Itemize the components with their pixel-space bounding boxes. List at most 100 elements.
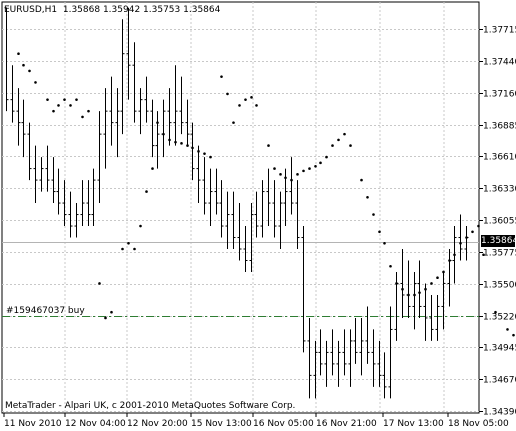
time-axis-label: 12 Nov 04:00 xyxy=(65,419,126,429)
psar-dot xyxy=(220,75,223,78)
current-price-marker: 1.35864 xyxy=(481,235,516,247)
psar-dot xyxy=(465,236,468,239)
psar-dot xyxy=(366,196,369,199)
psar-dot xyxy=(436,276,439,280)
time-axis-label: 12 Nov 20:00 xyxy=(127,419,188,429)
price-axis-label: 1.37440 xyxy=(483,58,516,68)
psar-dot xyxy=(98,282,101,285)
psar-dot xyxy=(203,152,206,155)
time-axis-label: 11 Nov 2010 xyxy=(4,419,62,429)
psar-dot xyxy=(69,104,72,107)
price-axis-label: 1.36610 xyxy=(483,153,516,163)
psar-dot xyxy=(46,98,49,101)
psar-dot xyxy=(325,155,328,159)
time-axis-label: 17 Nov 13:00 xyxy=(383,419,444,429)
price-axis-label: 1.37715 xyxy=(483,26,516,36)
psar-dot xyxy=(407,293,410,297)
psar-dot xyxy=(430,282,433,285)
chart-window[interactable]: 1.37715 1.37440 1.37160 1.36885 1.36610 1.363… xyxy=(0,0,516,431)
ohlc-low: 1.35753 xyxy=(143,5,181,15)
psar-dot xyxy=(255,104,258,107)
psar-dot xyxy=(482,253,485,257)
psar-dot xyxy=(180,142,183,145)
psar-dot xyxy=(127,241,130,245)
price-axis-label: 1.36330 xyxy=(483,185,516,195)
psar-dot xyxy=(226,92,229,96)
symbol-timeframe: EURUSD,H1 xyxy=(4,5,58,15)
psar-dot xyxy=(197,150,200,153)
price-axis-label: 1.35220 xyxy=(483,313,516,323)
psar-dot xyxy=(81,115,84,119)
psar-dot xyxy=(145,190,148,193)
psar-dot xyxy=(448,259,451,262)
price-chart[interactable]: 1.37715 1.37440 1.37160 1.36885 1.36610 1.363… xyxy=(0,0,516,431)
psar-dot xyxy=(121,247,124,251)
psar-dot xyxy=(343,132,346,136)
psar-dot xyxy=(290,178,293,182)
ohlc-high: 1.35942 xyxy=(102,5,141,15)
psar-dot xyxy=(174,140,177,144)
psar-dot xyxy=(22,63,25,67)
chart-header: EURUSD,H1 1.35868 1.35942 1.35753 1.3586… xyxy=(4,5,220,15)
order-line-label[interactable]: #159467037 buy xyxy=(6,306,85,316)
psar-dot xyxy=(34,81,37,84)
ohlc-open: 1.35868 xyxy=(62,5,101,15)
psar-dot xyxy=(360,178,363,182)
psar-dot xyxy=(337,138,340,142)
psar-dot xyxy=(308,167,311,170)
psar-dot xyxy=(279,173,282,176)
time-axis-label: 16 Nov 05:00 xyxy=(253,419,314,429)
psar-dot xyxy=(512,333,515,337)
psar-dot xyxy=(453,253,456,257)
psar-dot xyxy=(273,167,276,170)
psar-dot xyxy=(139,224,142,228)
psar-dot xyxy=(52,109,55,113)
psar-dot xyxy=(284,176,287,180)
psar-dot xyxy=(63,98,66,101)
price-axis-label: 1.36055 xyxy=(483,217,516,227)
psar-dot xyxy=(191,146,194,150)
psar-dot xyxy=(424,287,427,291)
psar-dot xyxy=(331,144,334,147)
psar-dot xyxy=(57,104,60,107)
psar-dot xyxy=(418,291,421,294)
psar-dot xyxy=(250,96,253,99)
psar-dot xyxy=(471,230,474,234)
psar-dot xyxy=(87,109,90,113)
psar-dot xyxy=(238,104,241,107)
psar-dot xyxy=(378,230,381,234)
psar-dot xyxy=(494,310,497,314)
price-axis-label: 1.36885 xyxy=(483,122,516,132)
psar-dot xyxy=(389,264,392,268)
psar-dot xyxy=(28,69,31,73)
psar-dot xyxy=(162,132,165,136)
psar-dot xyxy=(442,270,445,274)
psar-dot xyxy=(459,241,462,245)
psar-dot xyxy=(17,52,20,56)
price-axis-label: 1.34945 xyxy=(483,344,516,354)
psar-dot xyxy=(319,161,322,165)
psar-dot xyxy=(75,98,78,101)
psar-dot xyxy=(296,173,299,176)
psar-dot xyxy=(110,310,113,314)
price-axis-label: 1.35500 xyxy=(483,281,516,291)
time-axis-label: 16 Nov 21:00 xyxy=(316,419,377,429)
psar-dot xyxy=(209,155,212,159)
plot-frame xyxy=(1,1,480,414)
psar-dot xyxy=(133,247,136,251)
price-axis-label: 1.37160 xyxy=(483,90,516,100)
psar-dot xyxy=(156,121,159,124)
copyright-text: MetaTrader - Alpari UK, c 2001-2010 Meta… xyxy=(5,401,296,411)
psar-dot xyxy=(314,164,317,168)
price-axis-label: 1.35775 xyxy=(483,249,516,259)
psar-dot xyxy=(477,224,480,228)
psar-dot xyxy=(186,144,189,147)
psar-dot xyxy=(232,121,235,124)
psar-dot xyxy=(506,328,509,331)
time-axis-label: 18 Nov 05:00 xyxy=(448,419,509,429)
psar-dot xyxy=(383,241,386,245)
price-axis-label: 1.34390 xyxy=(483,408,516,418)
psar-dot xyxy=(267,144,270,147)
psar-dot xyxy=(168,138,171,142)
psar-dot xyxy=(395,282,398,285)
